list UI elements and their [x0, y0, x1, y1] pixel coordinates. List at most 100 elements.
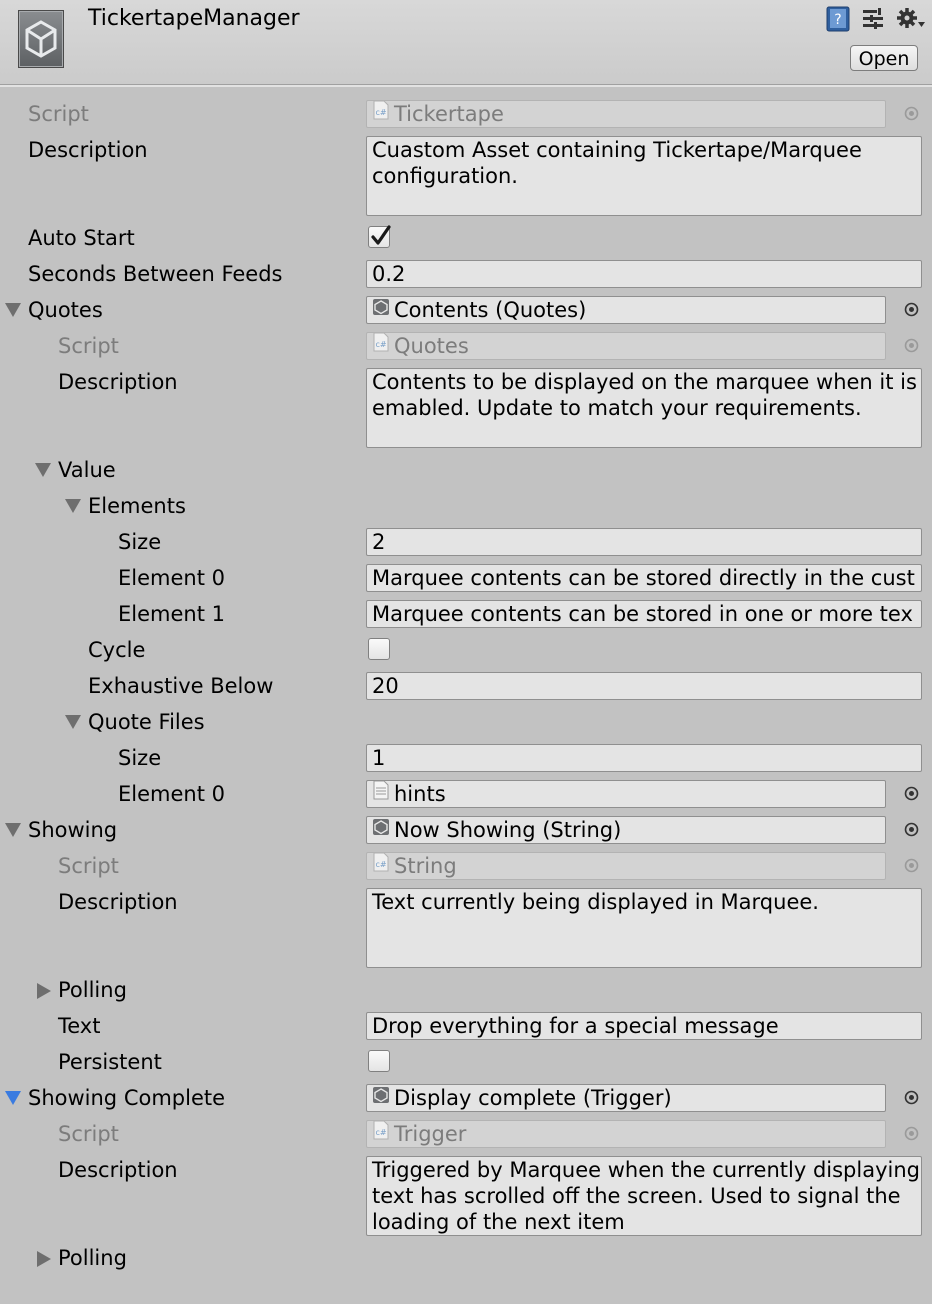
elements-size-label: Size: [118, 530, 162, 554]
object-picker-icon[interactable]: [903, 785, 920, 802]
unity-logo-icon: [18, 10, 64, 68]
showing-foldout-arrow[interactable]: [4, 812, 24, 848]
quotes-script-label: Script: [58, 334, 119, 358]
quotes-description-label: Description: [58, 370, 178, 394]
quotes-description-textarea[interactable]: Contents to be displayed on the marquee …: [366, 368, 922, 448]
object-picker-icon: [904, 106, 919, 121]
auto-start-label: Auto Start: [28, 226, 135, 250]
svg-text:c#: c#: [375, 1128, 386, 1137]
quote-files-foldout-arrow[interactable]: [64, 704, 84, 740]
quotes-foldout-arrow[interactable]: [4, 292, 24, 328]
svg-text:c#: c#: [375, 860, 386, 869]
svg-text:c#: c#: [375, 340, 386, 349]
exhaustive-below-input[interactable]: 20: [366, 672, 922, 700]
showing-script-row: Script c# String: [0, 848, 932, 884]
quotes-description-row: Description Contents to be displayed on …: [0, 364, 932, 448]
complete-description-label: Description: [58, 1158, 178, 1182]
showing-complete-object-field[interactable]: Display complete (Trigger): [366, 1084, 886, 1112]
inspector-header: TickertapeManager ? Open: [0, 0, 932, 85]
quotes-script-value: Quotes: [394, 334, 469, 358]
polling-2-foldout-arrow[interactable]: [36, 1240, 56, 1276]
object-picker-icon: [904, 338, 919, 353]
cs-script-icon: c#: [372, 333, 390, 358]
value-label: Value: [58, 458, 116, 482]
svg-text:?: ?: [834, 12, 841, 28]
header-divider: [0, 85, 932, 87]
seconds-between-feeds-input[interactable]: 0.2: [366, 260, 922, 288]
exhaustive-below-label: Exhaustive Below: [88, 674, 274, 698]
quote-files-element-0-row: Element 0 hints: [0, 776, 932, 812]
object-picker-icon[interactable]: [903, 301, 920, 318]
polling-foldout-arrow[interactable]: [36, 972, 56, 1008]
help-book-icon[interactable]: ?: [824, 6, 852, 32]
quote-files-label: Quote Files: [88, 710, 205, 734]
showing-script-field: c# String: [366, 852, 886, 880]
script-row: Script c# Tickertape: [0, 96, 932, 132]
description-label: Description: [28, 138, 148, 162]
persistent-checkbox[interactable]: [368, 1050, 390, 1072]
quotes-row: Quotes Contents (Quotes): [0, 292, 932, 328]
open-button[interactable]: Open: [850, 45, 918, 71]
quote-files-element-0-field[interactable]: hints: [366, 780, 886, 808]
quote-files-size-label: Size: [118, 746, 162, 770]
showing-description-textarea[interactable]: Text currently being displayed in Marque…: [366, 888, 922, 968]
cycle-label: Cycle: [88, 638, 146, 662]
quote-files-element-0-label: Element 0: [118, 782, 225, 806]
seconds-between-feeds-row: Seconds Between Feeds 0.2: [0, 256, 932, 292]
element-1-input[interactable]: Marquee contents can be stored in one or…: [366, 600, 922, 628]
elements-size-input[interactable]: 2: [366, 528, 922, 556]
auto-start-checkbox[interactable]: [368, 225, 391, 248]
scriptable-object-icon: [372, 297, 390, 322]
value-row: Value: [0, 452, 932, 488]
cycle-checkbox[interactable]: [368, 638, 390, 660]
elements-size-row: Size 2: [0, 524, 932, 560]
showing-complete-row: Showing Complete Display complete (Trigg…: [0, 1080, 932, 1116]
gear-icon[interactable]: [896, 6, 925, 32]
quote-files-size-row: Size 1: [0, 740, 932, 776]
asset-title: TickertapeManager: [88, 6, 300, 31]
showing-complete-label: Showing Complete: [28, 1086, 226, 1110]
value-foldout-arrow[interactable]: [34, 452, 54, 488]
cs-script-icon: c#: [372, 101, 390, 126]
element-0-row: Element 0 Marquee contents can be stored…: [0, 560, 932, 596]
object-picker-icon[interactable]: [903, 821, 920, 838]
object-picker-icon[interactable]: [903, 1089, 920, 1106]
complete-script-row: Script c# Trigger: [0, 1116, 932, 1152]
element-1-label: Element 1: [118, 602, 225, 626]
script-value: Tickertape: [394, 102, 504, 126]
text-row: Text Drop everything for a special messa…: [0, 1008, 932, 1044]
complete-script-field: c# Trigger: [366, 1120, 886, 1148]
polling-2-row: Polling: [0, 1240, 932, 1276]
description-textarea[interactable]: Cuastom Asset containing Tickertape/Marq…: [366, 136, 922, 216]
scriptable-object-icon: [372, 817, 390, 842]
showing-object-field[interactable]: Now Showing (String): [366, 816, 886, 844]
exhaustive-below-row: Exhaustive Below 20: [0, 668, 932, 704]
object-picker-icon: [904, 858, 919, 873]
showing-script-value: String: [394, 854, 457, 878]
complete-description-row: Description Triggered by Marquee when th…: [0, 1152, 932, 1236]
quote-files-element-0-value: hints: [394, 782, 446, 806]
text-input[interactable]: Drop everything for a special message: [366, 1012, 922, 1040]
quotes-script-field: c# Quotes: [366, 332, 886, 360]
quotes-value: Contents (Quotes): [394, 298, 587, 322]
text-label: Text: [58, 1014, 101, 1038]
preset-sliders-icon[interactable]: [860, 6, 888, 32]
element-0-input[interactable]: Marquee contents can be stored directly …: [366, 564, 922, 592]
showing-complete-foldout-arrow[interactable]: [4, 1080, 24, 1116]
complete-description-textarea[interactable]: Triggered by Marquee when the currently …: [366, 1156, 922, 1236]
cs-script-icon: c#: [372, 1121, 390, 1146]
polling-row: Polling: [0, 972, 932, 1008]
elements-foldout-arrow[interactable]: [64, 488, 84, 524]
cycle-row: Cycle: [0, 632, 932, 668]
seconds-between-feeds-label: Seconds Between Feeds: [28, 262, 283, 286]
complete-script-label: Script: [58, 1122, 119, 1146]
element-0-label: Element 0: [118, 566, 225, 590]
description-row: Description Cuastom Asset containing Tic…: [0, 132, 932, 216]
scriptable-object-icon: [372, 1085, 390, 1110]
quotes-object-field[interactable]: Contents (Quotes): [366, 296, 886, 324]
quotes-label: Quotes: [28, 298, 103, 322]
quote-files-size-input[interactable]: 1: [366, 744, 922, 772]
auto-start-row: Auto Start: [0, 220, 932, 256]
cs-script-icon: c#: [372, 853, 390, 878]
polling-label: Polling: [58, 978, 127, 1002]
